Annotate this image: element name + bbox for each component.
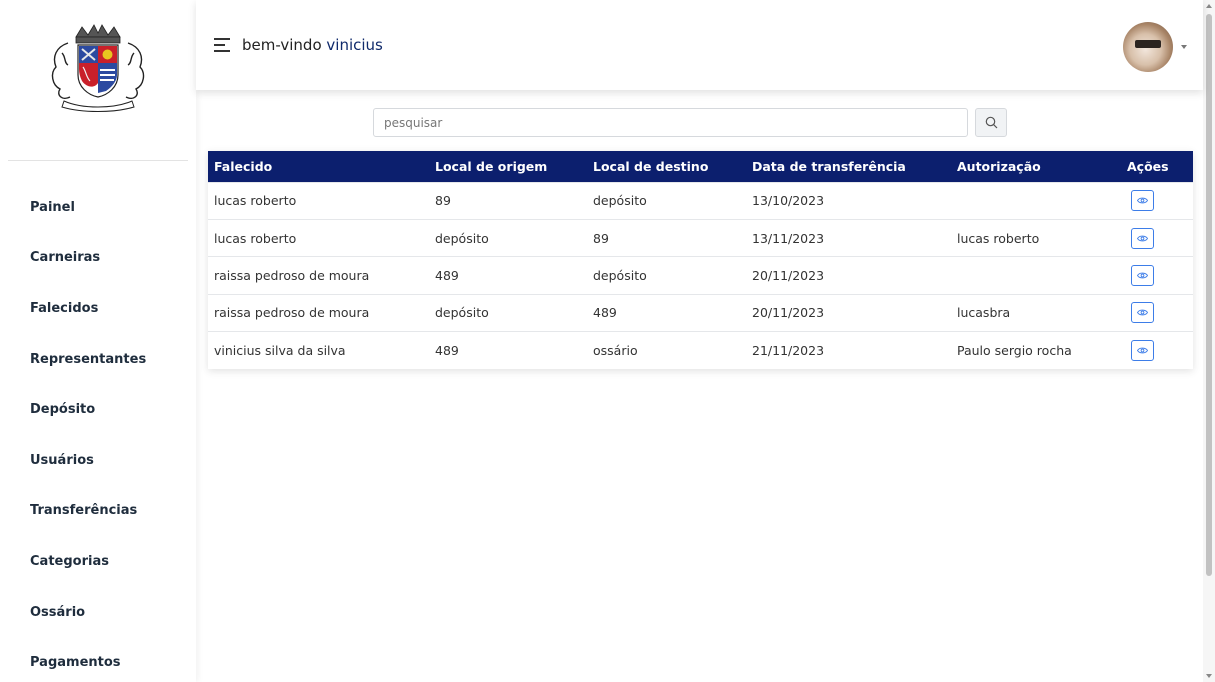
sidebar-item-usuarios[interactable]: Usuários	[0, 435, 196, 486]
profile-menu[interactable]	[1123, 22, 1187, 72]
sidebar-item-transferencias[interactable]: Transferências	[0, 486, 196, 537]
cell-autorizacao: lucas roberto	[951, 218, 1121, 257]
cell-falecido: raissa pedroso de moura	[208, 293, 429, 332]
cell-falecido: lucas roberto	[208, 181, 429, 220]
column-header-autorizacao: Autorização	[957, 158, 1041, 174]
cell-autorizacao	[951, 181, 1121, 220]
column-header-falecido: Falecido	[214, 158, 273, 174]
transfers-table: Falecido Local de origem Local de destin…	[208, 151, 1193, 369]
view-button[interactable]	[1131, 264, 1154, 286]
sidebar: Painel Carneiras Falecidos Representante…	[0, 0, 196, 682]
cell-acoes	[1121, 218, 1193, 257]
scrollbar-thumb[interactable]	[1206, 14, 1212, 576]
view-button[interactable]	[1131, 302, 1154, 324]
cell-local-destino: depósito	[587, 256, 746, 295]
username-text: vinicius	[326, 36, 383, 54]
sidebar-nav: Painel Carneiras Falecidos Representante…	[0, 182, 196, 682]
cell-local-destino: ossário	[587, 331, 746, 369]
cell-data-transferencia: 20/11/2023	[746, 293, 951, 332]
table-row: raissa pedroso de moura 489 depósito 20/…	[208, 256, 1193, 295]
chevron-down-icon[interactable]	[1181, 45, 1187, 49]
cell-local-origem: 89	[429, 181, 587, 220]
coat-of-arms-logo	[51, 24, 145, 112]
table-row: lucas roberto depósito 89 13/11/2023 luc…	[208, 218, 1193, 257]
welcome-message: bem-vindo vinicius	[242, 36, 383, 54]
cell-data-transferencia: 13/11/2023	[746, 218, 951, 257]
cell-data-transferencia: 13/10/2023	[746, 181, 951, 220]
eye-icon	[1137, 272, 1148, 279]
cell-acoes	[1121, 293, 1193, 332]
column-header-local-destino: Local de destino	[593, 158, 709, 174]
sidebar-item-falecidos[interactable]: Falecidos	[0, 283, 196, 334]
scroll-down-arrow-icon[interactable]	[1206, 674, 1212, 678]
logo[interactable]	[0, 0, 196, 152]
cell-falecido: raissa pedroso de moura	[208, 256, 429, 295]
table-row: vinicius silva da silva 489 ossário 21/1…	[208, 331, 1193, 369]
cell-autorizacao: Paulo sergio rocha	[951, 331, 1121, 369]
cell-falecido: lucas roberto	[208, 218, 429, 257]
scroll-up-arrow-icon[interactable]	[1206, 4, 1212, 8]
cell-autorizacao: lucasbra	[951, 293, 1121, 332]
table-row: raissa pedroso de moura depósito 489 20/…	[208, 293, 1193, 332]
page-scrollbar[interactable]	[1203, 0, 1215, 682]
cell-local-destino: 489	[587, 293, 746, 332]
eye-icon	[1137, 347, 1148, 354]
search-button[interactable]	[975, 108, 1007, 137]
eye-icon	[1137, 310, 1148, 316]
search-input[interactable]	[373, 108, 968, 137]
greeting-text: bem-vindo	[242, 36, 322, 54]
view-button[interactable]	[1131, 340, 1154, 361]
view-button[interactable]	[1131, 190, 1154, 212]
eye-icon	[1137, 197, 1148, 204]
sidebar-item-ossario[interactable]: Ossário	[0, 587, 196, 638]
cell-acoes	[1121, 256, 1193, 295]
menu-toggle-icon[interactable]	[214, 38, 230, 52]
cell-acoes	[1121, 331, 1193, 369]
cell-local-origem: 489	[429, 331, 587, 369]
search-icon	[985, 116, 997, 129]
column-header-local-origem: Local de origem	[435, 158, 548, 174]
table-row: lucas roberto 89 depósito 13/10/2023	[208, 181, 1193, 220]
sidebar-item-categorias[interactable]: Categorias	[0, 536, 196, 587]
table-header-row: Falecido Local de origem Local de destin…	[208, 151, 1193, 182]
cell-acoes	[1121, 181, 1193, 220]
cell-local-destino: 89	[587, 218, 746, 257]
sidebar-item-painel[interactable]: Painel	[0, 182, 196, 233]
cell-local-origem: depósito	[429, 293, 587, 332]
sidebar-item-deposito[interactable]: Depósito	[0, 384, 196, 435]
column-header-data-transferencia: Data de transferência	[752, 158, 906, 174]
view-button[interactable]	[1131, 227, 1154, 249]
cell-data-transferencia: 21/11/2023	[746, 331, 951, 369]
eye-icon	[1137, 235, 1148, 241]
sidebar-item-representantes[interactable]: Representantes	[0, 334, 196, 385]
avatar[interactable]	[1123, 22, 1173, 72]
transfers-table-container: Falecido Local de origem Local de destin…	[208, 151, 1193, 369]
sidebar-item-pagamentos[interactable]: Pagamentos	[0, 637, 196, 682]
cell-falecido: vinicius silva da silva	[208, 331, 429, 369]
cell-autorizacao	[951, 256, 1121, 295]
cell-data-transferencia: 20/11/2023	[746, 256, 951, 295]
sidebar-divider	[8, 160, 188, 161]
cell-local-origem: 489	[429, 256, 587, 295]
cell-local-origem: depósito	[429, 218, 587, 257]
top-header: bem-vindo vinicius	[196, 0, 1203, 90]
column-header-acoes: Ações	[1127, 158, 1169, 174]
sidebar-item-carneiras[interactable]: Carneiras	[0, 233, 196, 284]
cell-local-destino: depósito	[587, 181, 746, 220]
